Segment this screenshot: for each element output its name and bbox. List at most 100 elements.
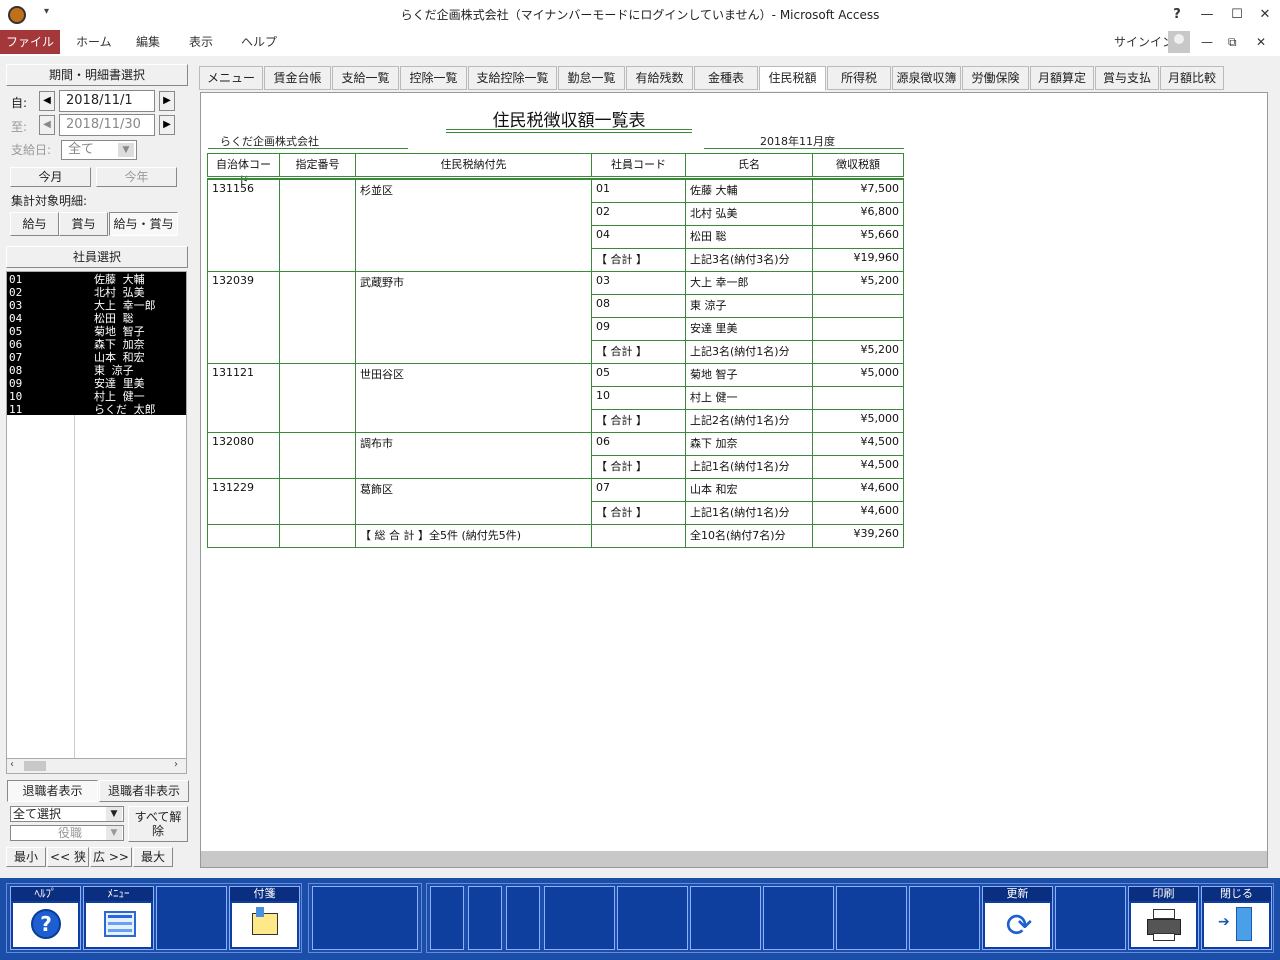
employee-name[interactable]: 松田 聡	[94, 312, 134, 325]
tab-10[interactable]: 源泉徴収簿	[892, 66, 961, 90]
employee-list-hscrollbar[interactable]: ‹ ›	[6, 758, 187, 774]
position-dropdown-icon[interactable]: ▼	[106, 826, 122, 840]
help-icon[interactable]: ?	[1162, 0, 1192, 30]
period-select-button[interactable]: 期間・明細書選択	[6, 64, 188, 86]
employee-name[interactable]: 村上 健一	[94, 390, 145, 403]
this-month-button[interactable]: 今月	[10, 167, 91, 187]
from-date-field[interactable]: 2018/11/1	[59, 90, 155, 112]
size-wide-button[interactable]: 広 >>	[90, 847, 132, 867]
help-button[interactable]: ﾍﾙﾌﾟ ?	[10, 886, 81, 950]
ribbon-tab-view[interactable]: 表示	[189, 30, 213, 54]
clear-all-button[interactable]: すべて解除	[128, 806, 188, 842]
employee-code[interactable]: 08	[9, 364, 22, 377]
empty-button-3[interactable]	[430, 886, 464, 950]
empty-button-9[interactable]	[763, 886, 834, 950]
payment-destination: 調布市	[355, 432, 592, 479]
sticky-note-button[interactable]: 付箋	[229, 886, 300, 950]
payday-dropdown-icon[interactable]: ▼	[118, 143, 134, 157]
minimize-icon[interactable]: —	[1192, 0, 1222, 30]
employee-select-button[interactable]: 社員選択	[6, 246, 188, 268]
employee-name-cell: 北村 弘美	[685, 202, 813, 226]
title-underline	[446, 129, 692, 130]
to-next-icon[interactable]: ▶	[159, 115, 175, 135]
employee-name[interactable]: 佐藤 大輔	[94, 273, 145, 286]
empty-button-2[interactable]	[312, 886, 418, 950]
tab-4[interactable]: 支給控除一覧	[468, 66, 557, 90]
employee-name[interactable]: 北村 弘美	[94, 286, 145, 299]
employee-code[interactable]: 11	[9, 403, 22, 416]
employee-name[interactable]: 山本 和宏	[94, 351, 145, 364]
tab-1[interactable]: 賃金台帳	[264, 66, 331, 90]
employee-code[interactable]: 07	[9, 351, 22, 364]
empty-button-11[interactable]	[909, 886, 980, 950]
print-button[interactable]: 印刷	[1128, 886, 1199, 950]
empty-button-6[interactable]	[544, 886, 615, 950]
ribbon-tab-help[interactable]: ヘルプ	[241, 30, 277, 54]
from-next-icon[interactable]: ▶	[159, 91, 175, 111]
employee-name[interactable]: らくだ 太郎	[94, 403, 156, 416]
tab-9[interactable]: 所得税	[827, 66, 891, 90]
employee-name[interactable]: 安達 里美	[94, 377, 145, 390]
tab-3[interactable]: 控除一覧	[400, 66, 467, 90]
tab-13[interactable]: 賞与支払	[1095, 66, 1159, 90]
tab-8[interactable]: 住民税額	[759, 66, 826, 91]
employee-code[interactable]: 06	[9, 338, 22, 351]
report-hscrollbar[interactable]	[201, 851, 1267, 867]
ribbon-tab-edit[interactable]: 編集	[136, 30, 160, 54]
to-date-field[interactable]: 2018/11/30	[59, 114, 155, 136]
scroll-thumb[interactable]	[24, 761, 46, 771]
empty-button-12[interactable]	[1055, 886, 1126, 950]
tab-11[interactable]: 労働保険	[962, 66, 1029, 90]
employee-code[interactable]: 09	[9, 377, 22, 390]
empty-button-4[interactable]	[468, 886, 502, 950]
maximize-icon[interactable]: ☐	[1222, 0, 1252, 30]
employee-code[interactable]: 05	[9, 325, 22, 338]
tab-2[interactable]: 支給一覧	[332, 66, 399, 90]
employee-name[interactable]: 東 涼子	[94, 364, 134, 377]
size-narrow-button[interactable]: << 狭	[47, 847, 89, 867]
tab-7[interactable]: 金種表	[694, 66, 758, 90]
this-year-button[interactable]: 今年	[96, 167, 177, 187]
retired-hide-button[interactable]: 退職者非表示	[99, 780, 189, 802]
target-salary-bonus-button[interactable]: 給与・賞与	[109, 212, 178, 236]
select-all-dropdown-icon[interactable]: ▼	[106, 807, 122, 821]
empty-button-5[interactable]	[506, 886, 540, 950]
empty-button-1[interactable]	[156, 886, 227, 950]
employee-code[interactable]: 03	[9, 299, 22, 312]
size-max-button[interactable]: 最大	[133, 847, 173, 867]
close-icon[interactable]: ✕	[1250, 0, 1280, 30]
target-salary-button[interactable]: 給与	[10, 212, 59, 236]
inner-close-icon[interactable]: ✕	[1256, 30, 1266, 54]
tab-14[interactable]: 月額比較	[1160, 66, 1224, 90]
employee-code[interactable]: 04	[9, 312, 22, 325]
inner-minimize-icon[interactable]: —	[1201, 30, 1213, 54]
signin-link[interactable]: サインイン	[1114, 30, 1174, 54]
employee-name[interactable]: 菊地 智子	[94, 325, 145, 338]
employee-name[interactable]: 大上 幸一郎	[94, 299, 156, 312]
scroll-left-icon[interactable]: ‹	[10, 759, 14, 770]
employee-name[interactable]: 森下 加奈	[94, 338, 145, 351]
menu-button[interactable]: ﾒﾆｭｰ	[83, 886, 154, 950]
ribbon-tab-file[interactable]: ファイル	[0, 30, 60, 54]
to-prev-icon[interactable]: ◀	[39, 115, 55, 135]
refresh-button[interactable]: 更新 ⟳	[982, 886, 1053, 950]
scroll-right-icon[interactable]: ›	[174, 759, 178, 770]
tab-6[interactable]: 有給残数	[626, 66, 693, 90]
ribbon-tab-home[interactable]: ホーム	[76, 30, 112, 54]
from-prev-icon[interactable]: ◀	[39, 91, 55, 111]
avatar[interactable]	[1168, 31, 1190, 53]
tab-12[interactable]: 月額算定	[1030, 66, 1094, 90]
employee-code[interactable]: 02	[9, 286, 22, 299]
empty-button-8[interactable]	[690, 886, 761, 950]
empty-button-7[interactable]	[617, 886, 688, 950]
employee-code[interactable]: 01	[9, 273, 22, 286]
empty-button-10[interactable]	[836, 886, 907, 950]
close-button[interactable]: 閉じる ➔	[1201, 886, 1272, 950]
retired-show-button[interactable]: 退職者表示	[7, 780, 98, 802]
size-min-button[interactable]: 最小	[6, 847, 46, 867]
tab-0[interactable]: メニュー	[199, 66, 263, 90]
tab-5[interactable]: 勤怠一覧	[558, 66, 625, 90]
employee-code[interactable]: 10	[9, 390, 22, 403]
target-bonus-button[interactable]: 賞与	[59, 212, 108, 236]
inner-restore-icon[interactable]: ⧉	[1228, 30, 1237, 54]
